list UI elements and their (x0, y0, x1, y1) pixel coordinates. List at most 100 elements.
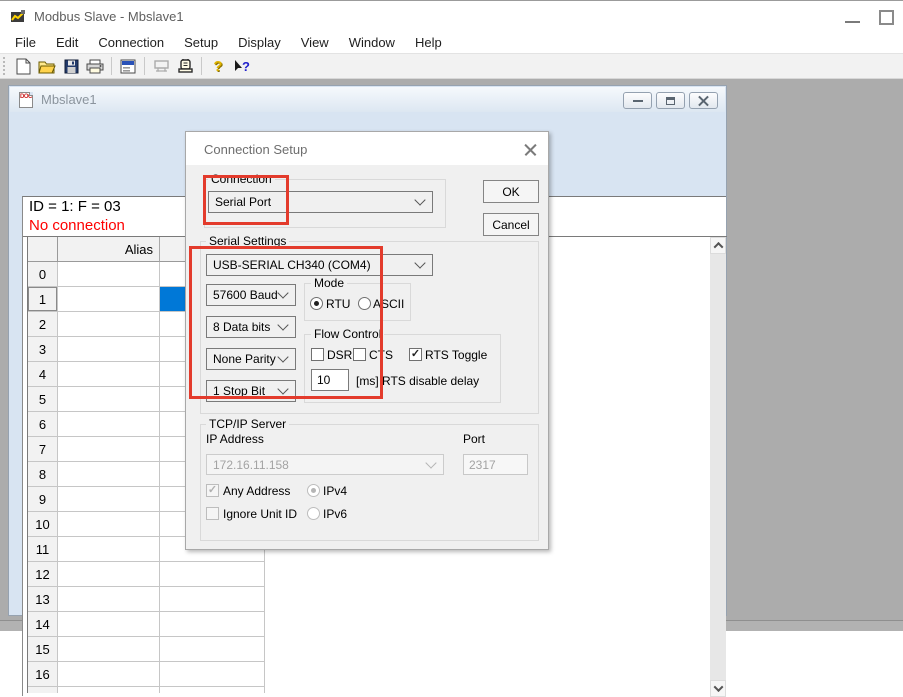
chevron-down-icon (425, 457, 436, 468)
ignore-unit-id-label[interactable]: Ignore Unit ID (223, 507, 297, 521)
help-icon[interactable]: ? (207, 56, 229, 76)
any-address-label[interactable]: Any Address (223, 484, 290, 498)
row-number-cell[interactable]: 13 (28, 587, 58, 612)
toolbar-separator (201, 57, 202, 75)
menu-edit[interactable]: Edit (46, 35, 88, 50)
minimize-button[interactable] (845, 21, 860, 23)
row-number-cell[interactable]: 7 (28, 437, 58, 462)
row-number-cell[interactable]: 4 (28, 362, 58, 387)
toolbar: ? ? (0, 53, 903, 79)
row-number-cell[interactable]: 15 (28, 637, 58, 662)
menu-window[interactable]: Window (339, 35, 405, 50)
row-number-cell[interactable]: 8 (28, 462, 58, 487)
row-number-cell[interactable]: 2 (28, 312, 58, 337)
alias-cell[interactable] (58, 462, 160, 487)
alias-cell[interactable] (58, 437, 160, 462)
any-address-checkbox[interactable] (206, 484, 219, 497)
child-close-button[interactable] (689, 92, 718, 109)
alias-cell[interactable] (58, 287, 160, 312)
connection-status-text: No connection (29, 217, 125, 234)
context-help-icon[interactable]: ? (231, 56, 253, 76)
alias-cell[interactable] (58, 262, 160, 287)
row-number-cell[interactable]: 3 (28, 337, 58, 362)
menu-display[interactable]: Display (228, 35, 291, 50)
alias-cell[interactable] (58, 487, 160, 512)
alias-cell[interactable] (58, 687, 160, 693)
scroll-up-button[interactable] (710, 237, 726, 254)
row-number-cell[interactable]: 5 (28, 387, 58, 412)
menu-help[interactable]: Help (405, 35, 452, 50)
chevron-down-icon (414, 194, 425, 205)
alias-cell[interactable] (58, 562, 160, 587)
alias-cell[interactable] (58, 637, 160, 662)
menu-bar: File Edit Connection Setup Display View … (0, 31, 903, 53)
ipv6-radio[interactable] (307, 507, 320, 520)
row-number-cell[interactable]: 0 (28, 262, 58, 287)
ok-button[interactable]: OK (483, 180, 539, 203)
scroll-down-button[interactable] (710, 680, 726, 697)
row-number-cell[interactable]: 16 (28, 662, 58, 687)
alias-cell[interactable] (58, 362, 160, 387)
alias-cell[interactable] (58, 512, 160, 537)
child-titlebar[interactable]: DOC Mbslave1 (10, 87, 725, 112)
poll-definition-icon[interactable] (150, 56, 172, 76)
dialog-close-icon[interactable] (524, 143, 537, 156)
open-file-icon[interactable] (36, 56, 58, 76)
new-file-icon[interactable] (12, 56, 34, 76)
child-restore-button[interactable] (656, 92, 685, 109)
value-cell[interactable] (160, 687, 265, 693)
ipv4-radio[interactable] (307, 484, 320, 497)
row-number-cell[interactable]: 1 (28, 287, 58, 312)
row-number-cell[interactable]: 10 (28, 512, 58, 537)
alias-column-header[interactable]: Alias (58, 237, 160, 262)
alias-cell[interactable] (58, 337, 160, 362)
alias-cell[interactable] (58, 612, 160, 637)
row-number-cell[interactable]: 12 (28, 562, 58, 587)
alias-cell[interactable] (58, 412, 160, 437)
menu-setup[interactable]: Setup (174, 35, 228, 50)
dialog-titlebar[interactable]: Connection Setup (186, 132, 548, 165)
toolbar-grip[interactable] (3, 57, 6, 75)
row-number-cell[interactable]: 11 (28, 537, 58, 562)
tcp-port-input[interactable]: 2317 (463, 454, 528, 475)
rts-toggle-checkbox[interactable] (409, 348, 422, 361)
communication-traffic-icon[interactable] (174, 56, 196, 76)
child-minimize-button[interactable] (623, 92, 652, 109)
alias-cell[interactable] (58, 537, 160, 562)
vertical-scrollbar[interactable] (710, 237, 726, 697)
row-number-cell[interactable]: 17 (28, 687, 58, 693)
menu-view[interactable]: View (291, 35, 339, 50)
annotation-rect-serial-settings (189, 246, 383, 399)
alias-cell[interactable] (58, 662, 160, 687)
print-icon[interactable] (84, 56, 106, 76)
value-cell[interactable] (160, 562, 265, 587)
value-cell[interactable] (160, 587, 265, 612)
slave-id-function-text: ID = 1: F = 03 (29, 198, 121, 215)
dialog-title: Connection Setup (204, 142, 307, 157)
row-number-cell[interactable]: 6 (28, 412, 58, 437)
cancel-button[interactable]: Cancel (483, 213, 539, 236)
display-setup-icon[interactable] (117, 56, 139, 76)
maximize-button[interactable] (879, 10, 894, 25)
ipv4-label[interactable]: IPv4 (323, 484, 347, 498)
alias-cell[interactable] (58, 312, 160, 337)
value-cell[interactable] (160, 612, 265, 637)
ipv6-label[interactable]: IPv6 (323, 507, 347, 521)
table-row: 15 (28, 637, 265, 662)
alias-cell[interactable] (58, 387, 160, 412)
toolbar-separator (111, 57, 112, 75)
row-number-cell[interactable]: 9 (28, 487, 58, 512)
grid-corner-cell[interactable] (28, 237, 58, 262)
menu-connection[interactable]: Connection (88, 35, 174, 50)
table-row: 13 (28, 587, 265, 612)
tcp-port-value: 2317 (469, 458, 496, 472)
alias-cell[interactable] (58, 587, 160, 612)
row-number-cell[interactable]: 14 (28, 612, 58, 637)
menu-file[interactable]: File (5, 35, 46, 50)
ip-address-combobox[interactable]: 172.16.11.158 (206, 454, 444, 475)
value-cell[interactable] (160, 637, 265, 662)
value-cell[interactable] (160, 662, 265, 687)
ignore-unit-id-checkbox[interactable] (206, 507, 219, 520)
save-icon[interactable] (60, 56, 82, 76)
rts-toggle-label[interactable]: RTS Toggle (425, 348, 487, 362)
